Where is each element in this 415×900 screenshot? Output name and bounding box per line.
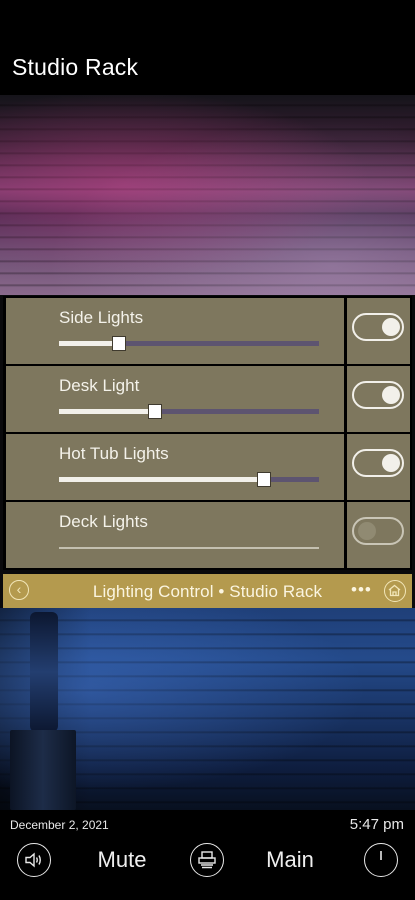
power-button[interactable]	[364, 842, 398, 878]
light-row: Side Lights	[3, 296, 412, 364]
printer-icon	[190, 843, 224, 877]
light-cell: Deck Lights	[6, 502, 344, 568]
background-decor	[10, 730, 76, 810]
slider-thumb[interactable]	[257, 472, 272, 487]
light-row: Desk Light	[3, 364, 412, 432]
footer: December 2, 2021 5:47 pm Mute Main	[0, 810, 415, 900]
light-cell: Side Lights	[6, 298, 344, 364]
more-button[interactable]: •••	[351, 580, 372, 600]
slider-fill	[59, 341, 119, 346]
remote-button[interactable]	[190, 842, 224, 878]
slider-thumb[interactable]	[148, 404, 163, 419]
power-icon	[364, 843, 398, 877]
toggle-knob	[382, 318, 400, 336]
room-title: Studio Rack	[12, 54, 139, 80]
toggle-cell	[347, 434, 410, 500]
date-label: December 2, 2021	[10, 818, 109, 832]
light-label: Deck Lights	[59, 512, 148, 531]
light-label: Side Lights	[59, 308, 144, 327]
main-button[interactable]: Main	[262, 842, 318, 878]
control-bar: ‹ Lighting Control • Studio Rack •••	[3, 574, 412, 608]
toggle-cell	[347, 502, 410, 568]
light-cell: Desk Light	[6, 366, 344, 432]
light-slider[interactable]	[59, 336, 319, 351]
light-label: Hot Tub Lights	[59, 444, 169, 463]
time-label: 5:47 pm	[349, 816, 404, 833]
light-toggle[interactable]	[352, 517, 404, 545]
light-label: Desk Light	[59, 376, 140, 395]
app-header: Studio Rack	[0, 0, 415, 95]
light-slider[interactable]	[59, 547, 319, 549]
lighting-panel: Side Lights Desk Light Hot Tub Lights De…	[3, 296, 412, 570]
light-toggle[interactable]	[352, 381, 404, 409]
background-decor	[30, 612, 58, 732]
light-row: Deck Lights	[3, 500, 412, 568]
light-toggle[interactable]	[352, 449, 404, 477]
home-icon[interactable]	[384, 580, 406, 602]
volume-button[interactable]	[17, 842, 51, 878]
light-toggle[interactable]	[352, 313, 404, 341]
slider-fill	[59, 409, 156, 414]
toggle-cell	[347, 366, 410, 432]
slider-fill	[59, 477, 265, 482]
light-row: Hot Tub Lights	[3, 432, 412, 500]
slider-thumb[interactable]	[111, 336, 126, 351]
light-cell: Hot Tub Lights	[6, 434, 344, 500]
light-slider[interactable]	[59, 472, 319, 487]
speaker-icon	[17, 843, 51, 877]
mute-label: Mute	[97, 847, 147, 872]
toggle-cell	[347, 298, 410, 364]
toggle-knob	[382, 454, 400, 472]
light-slider[interactable]	[59, 404, 319, 419]
mute-button[interactable]: Mute	[92, 842, 152, 878]
toggle-knob	[382, 386, 400, 404]
main-label: Main	[266, 847, 314, 872]
toggle-knob	[358, 522, 376, 540]
background-image-top	[0, 95, 415, 295]
